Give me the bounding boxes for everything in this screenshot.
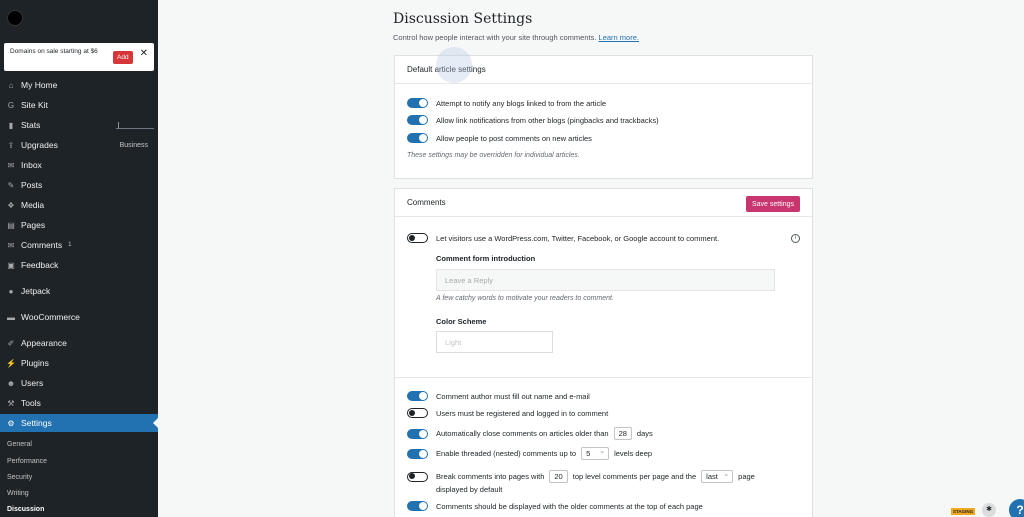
setting-row: Comments should be displayed with the ol… xyxy=(407,501,703,511)
promo-add-button[interactable]: Add xyxy=(113,51,133,64)
home-icon: ⌂ xyxy=(8,80,14,90)
brush-icon: ✐ xyxy=(7,338,15,348)
sidebar-item-stats[interactable]: ▮ Stats xyxy=(0,117,158,133)
setting-row: Attempt to notify any blogs linked to fr… xyxy=(407,98,606,108)
sidebar-item-users[interactable]: ☻ Users xyxy=(0,375,158,391)
sidebar-item-settings[interactable]: ⚙ Settings xyxy=(0,414,158,432)
setting-row: Break comments into pages with 20 top leve… xyxy=(407,469,755,483)
sidebar-item-inbox[interactable]: ✉ Inbox xyxy=(0,157,158,173)
notify-blogs-toggle[interactable] xyxy=(407,98,428,108)
sidebar-item-appearance[interactable]: ✐ Appearance xyxy=(0,335,158,351)
feedback-icon: ▣ xyxy=(7,260,15,270)
site-logo-icon[interactable] xyxy=(7,10,23,26)
domain-promo-banner: Domains on sale starting at $6 Add ✕ xyxy=(4,43,154,71)
staging-badge: STAGING xyxy=(951,508,976,515)
sidebar-item-jetpack[interactable]: ● Jetpack xyxy=(0,283,158,299)
submenu-security[interactable]: Security xyxy=(0,470,158,485)
cursor-highlight xyxy=(436,47,472,83)
page-title: Discussion Settings xyxy=(393,11,533,27)
setting-row: Allow link notifications from other blog… xyxy=(407,115,659,125)
social-login-toggle[interactable] xyxy=(407,233,428,243)
save-settings-button[interactable]: Save settings xyxy=(745,196,800,212)
pages-icon: ▤ xyxy=(7,220,15,230)
submenu-performance[interactable]: Performance xyxy=(0,454,158,469)
stats-sparkline-baseline xyxy=(116,128,154,129)
must-register-toggle[interactable] xyxy=(407,408,428,418)
setting-row: Allow people to post comments on new art… xyxy=(407,133,592,143)
settings-icon: ⚙ xyxy=(7,418,15,428)
comments-per-page-input[interactable]: 20 xyxy=(549,470,568,483)
threaded-depth-select[interactable]: 5 xyxy=(581,446,610,460)
media-icon: ❖ xyxy=(7,200,15,210)
older-top-toggle[interactable] xyxy=(407,501,428,511)
color-scheme-label: Color Scheme xyxy=(436,317,487,326)
submenu-general[interactable]: General xyxy=(0,437,158,452)
comments-card: Comments Save settings Let visitors use … xyxy=(394,188,814,517)
sidebar: Domains on sale starting at $6 Add ✕ ⌂ My… xyxy=(0,0,158,517)
jetpack-icon: ● xyxy=(8,286,14,296)
auto-close-days-input[interactable]: 28 xyxy=(613,427,632,440)
wrench-icon: ⚒ xyxy=(7,398,15,408)
woocommerce-icon: ▬ xyxy=(7,312,15,322)
upgrades-icon: ⇪ xyxy=(7,140,15,150)
learn-more-link[interactable]: Learn more. xyxy=(599,33,639,42)
close-icon[interactable]: ✕ xyxy=(140,49,148,59)
comments-count-badge: 1 xyxy=(68,242,72,248)
info-icon[interactable]: i xyxy=(791,234,800,243)
setting-row: Enable threaded (nested) comments up to 5… xyxy=(407,446,652,460)
default-page-select[interactable]: last xyxy=(701,469,734,483)
main-content: Discussion Settings Control how people i… xyxy=(158,0,1024,517)
users-icon: ☻ xyxy=(6,378,16,388)
stats-icon: ▮ xyxy=(8,120,14,130)
threaded-toggle[interactable] xyxy=(407,448,428,459)
sidebar-item-feedback[interactable]: ▣ Feedback xyxy=(0,257,158,273)
setting-row: Comment author must fill out name and e-… xyxy=(407,391,590,401)
sidebar-item-my-home[interactable]: ⌂ My Home xyxy=(0,77,158,93)
allow-comments-toggle[interactable] xyxy=(407,133,428,143)
break-pages-toggle[interactable] xyxy=(407,471,428,482)
bug-report-icon[interactable]: ✱ xyxy=(982,503,996,517)
sidebar-item-upgrades[interactable]: ⇪ Upgrades Business xyxy=(0,137,158,153)
sidebar-item-posts[interactable]: ✎ Posts xyxy=(0,177,158,193)
setting-row: Let visitors use a WordPress.com, Twitte… xyxy=(407,233,719,243)
card-header: Comments Save settings xyxy=(395,189,812,217)
sidebar-item-comments[interactable]: ✉ Comments 1 xyxy=(0,237,158,253)
form-intro-label: Comment form introduction xyxy=(436,254,536,263)
break-pages-line2: displayed by default xyxy=(436,485,503,494)
override-note: These settings may be overridden for ind… xyxy=(407,152,580,159)
sidebar-item-site-kit[interactable]: G Site Kit xyxy=(0,97,158,113)
color-scheme-select[interactable]: Light xyxy=(436,331,553,353)
inbox-icon: ✉ xyxy=(7,160,15,170)
submenu-writing[interactable]: Writing xyxy=(0,486,158,501)
page-subtitle: Control how people interact with your si… xyxy=(393,33,639,42)
help-button[interactable]: ? xyxy=(1009,499,1024,517)
comments-icon: ✉ xyxy=(7,240,15,250)
sidebar-item-woocommerce[interactable]: ▬ WooCommerce xyxy=(0,309,158,325)
section-divider xyxy=(395,377,814,378)
pingbacks-toggle[interactable] xyxy=(407,115,428,125)
plugin-icon: ⚡ xyxy=(6,358,16,368)
setting-row: Automatically close comments on articles… xyxy=(407,427,653,440)
comments-header-title: Comments xyxy=(407,198,446,207)
form-intro-hint: A few catchy words to motivate your read… xyxy=(436,295,614,302)
sidebar-item-pages[interactable]: ▤ Pages xyxy=(0,217,158,233)
pin-icon: ✎ xyxy=(7,180,15,190)
author-fill-toggle[interactable] xyxy=(407,391,428,401)
auto-close-toggle[interactable] xyxy=(407,428,428,439)
sidebar-item-media[interactable]: ❖ Media xyxy=(0,197,158,213)
plan-label: Business xyxy=(119,141,148,149)
submenu-discussion[interactable]: Discussion xyxy=(0,502,158,517)
sidebar-item-plugins[interactable]: ⚡ Plugins xyxy=(0,355,158,371)
form-intro-input[interactable]: Leave a Reply xyxy=(436,269,775,291)
sidebar-item-tools[interactable]: ⚒ Tools xyxy=(0,395,158,411)
sitekit-icon: G xyxy=(7,100,15,110)
setting-row: Users must be registered and logged in t… xyxy=(407,408,608,418)
promo-text: Domains on sale starting at $6 xyxy=(10,48,98,55)
